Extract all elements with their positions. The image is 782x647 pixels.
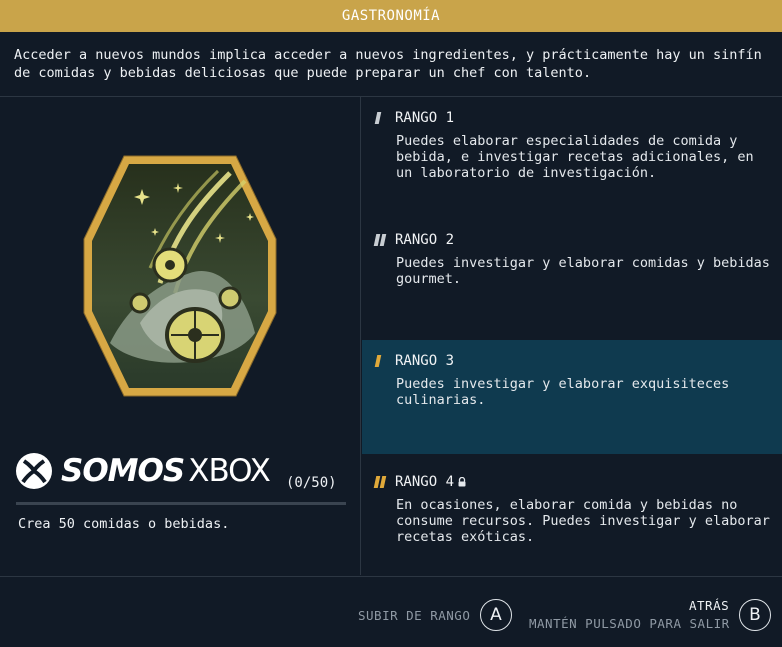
gastronomy-badge-icon — [83, 155, 277, 397]
watermark-brand-light: XBOX — [188, 453, 271, 489]
skill-panel: SOMOS XBOX (0/50) Crea 50 comidas o bebi… — [0, 97, 361, 575]
rank-description: Puedes investigar y elaborar exquisitece… — [396, 376, 730, 408]
title-bar: GASTRONOMÍA — [0, 0, 782, 32]
task-description: Crea 50 comidas o bebidas. — [18, 516, 230, 532]
rank-marker-icon — [373, 476, 390, 488]
rank-label: RANGO 4 — [395, 474, 455, 490]
lock-icon — [458, 477, 466, 487]
rank-3-row[interactable]: RANGO 3 Puedes investigar y elaborar exq… — [362, 340, 782, 454]
rank-marker-icon — [374, 355, 390, 367]
skill-description: Acceder a nuevos mundos implica acceder … — [0, 32, 782, 97]
rank-description: Puedes elaborar especialidades de comida… — [396, 133, 754, 181]
rank-up-button[interactable]: A — [480, 599, 512, 631]
rank-up-label: SUBIR DE RANGO — [358, 608, 471, 623]
progress-bar — [16, 502, 346, 505]
watermark-brand-bold: SOMOS — [61, 453, 185, 489]
footer-controls: SUBIR DE RANGO A ATRÁS MANTÉN PULSADO PA… — [0, 576, 782, 647]
rank-2-row[interactable]: RANGO 2 Puedes investigar y elaborar com… — [362, 219, 782, 340]
rank-marker-icon — [373, 234, 390, 246]
page-title: GASTRONOMÍA — [341, 8, 441, 24]
rank-label: RANGO 1 — [395, 110, 455, 126]
rank-description: En ocasiones, elaborar comida y bebidas … — [396, 497, 770, 545]
back-button[interactable]: B — [739, 599, 771, 631]
xbox-logo-icon — [16, 453, 52, 489]
rank-1-row[interactable]: RANGO 1 Puedes elaborar especialidades d… — [362, 97, 782, 219]
rank-label: RANGO 2 — [395, 232, 455, 248]
back-hint: MANTÉN PULSADO PARA SALIR — [529, 616, 730, 631]
rank-marker-icon — [374, 112, 390, 124]
rank-label: RANGO 3 — [395, 353, 455, 369]
rank-4-row[interactable]: RANGO 4 En ocasiones, elaborar comida y … — [362, 461, 782, 575]
back-label: ATRÁS — [689, 598, 730, 613]
somosxbox-watermark: SOMOS XBOX — [16, 450, 276, 492]
rank-description: Puedes investigar y elaborar comidas y b… — [396, 255, 770, 287]
progress-count: (0/50) — [286, 475, 337, 491]
